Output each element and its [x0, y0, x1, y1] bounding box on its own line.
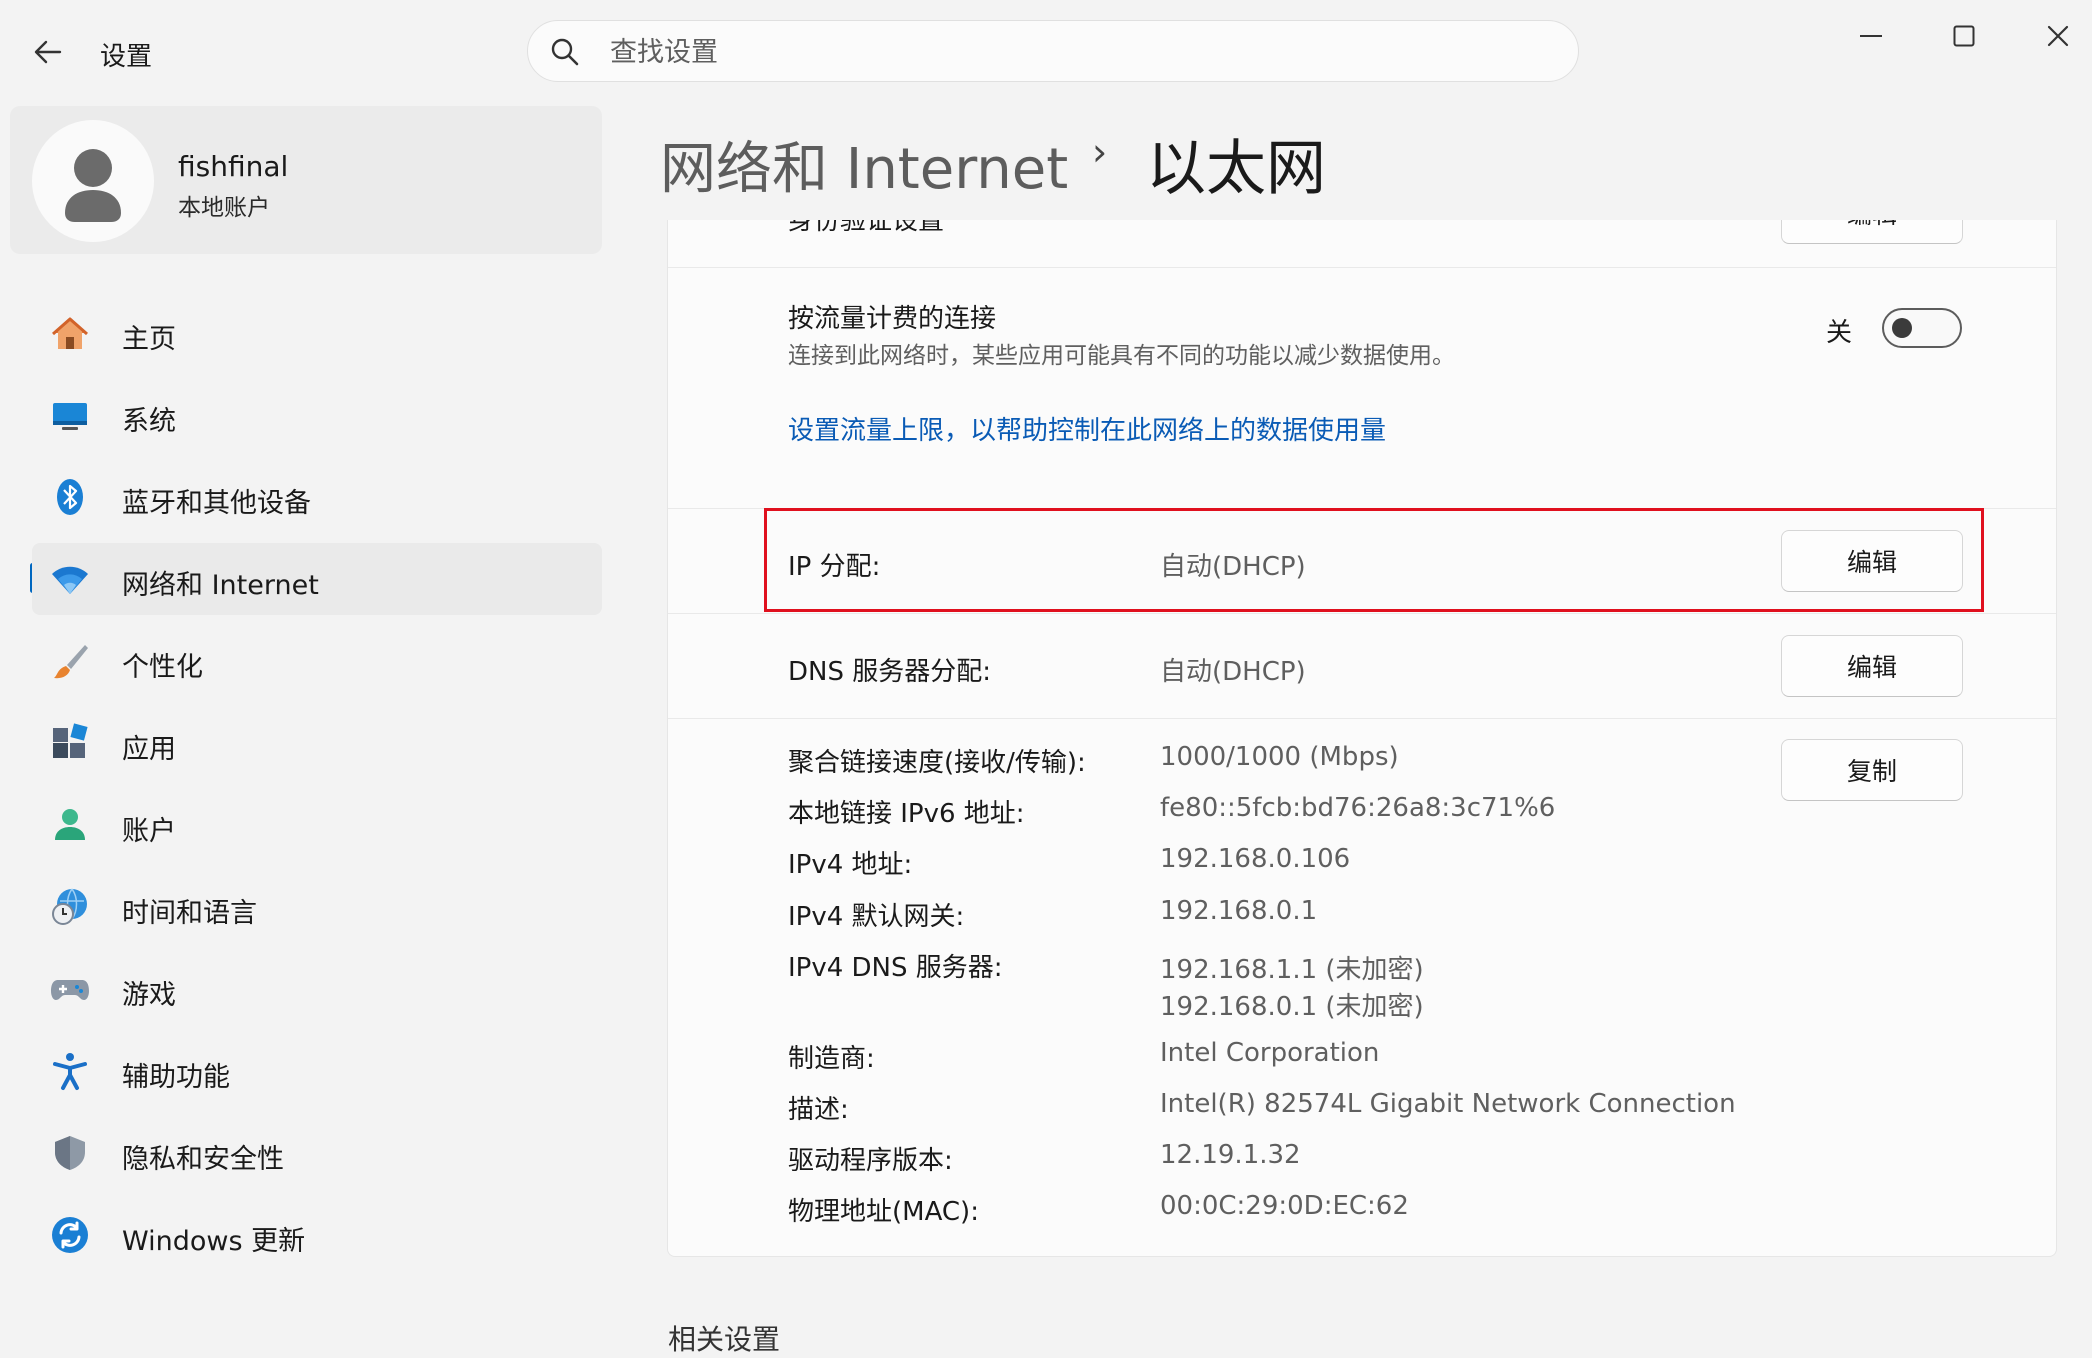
metered-toggle-state: 关 [1826, 318, 1853, 348]
related-settings-heading: 相关设置 [668, 1323, 781, 1356]
app-title: 设置 [100, 42, 153, 72]
sidebar-item-label: 辅助功能 [122, 1062, 230, 1093]
toggle-knob [1892, 318, 1912, 338]
sidebar-item-accounts[interactable]: 账户 [32, 789, 602, 861]
sidebar-item-privacy[interactable]: 隐私和安全性 [32, 1117, 602, 1189]
close-button[interactable] [2028, 14, 2088, 58]
minimize-icon [1860, 35, 1882, 37]
windows-update-icon [52, 1217, 88, 1253]
sidebar-item-accessibility[interactable]: 辅助功能 [32, 1035, 602, 1107]
sidebar-item-apps[interactable]: 应用 [32, 707, 602, 779]
sidebar-item-label: 隐私和安全性 [122, 1144, 284, 1175]
dns-assignment-value: 自动(DHCP) [1160, 657, 1306, 687]
property-label-driver-version: 驱动程序版本: [788, 1146, 953, 1176]
property-label-ipv4: IPv4 地址: [788, 850, 913, 880]
page-title: 以太网 [1146, 134, 1326, 204]
property-value-link-speed: 1000/1000 (Mbps) [1160, 742, 1399, 772]
sidebar-item-home[interactable]: 主页 [32, 297, 602, 369]
property-value-driver-version: 12.19.1.32 [1160, 1140, 1301, 1170]
property-value-description: Intel(R) 82574L Gigabit Network Connecti… [1160, 1089, 1736, 1119]
close-icon [2047, 25, 2069, 47]
property-label-gateway: IPv4 默认网关: [788, 902, 965, 932]
bluetooth-icon [57, 479, 83, 515]
search-input[interactable] [608, 31, 1512, 73]
sidebar-item-windows-update[interactable]: Windows 更新 [32, 1199, 602, 1271]
sidebar-item-label: 游戏 [122, 980, 176, 1011]
ethernet-properties-card: 身份验证设置 编辑 按流量计费的连接 连接到此网络时，某些应用可能具有不同的功能… [667, 220, 2057, 1257]
breadcrumb-separator: › [1092, 130, 1108, 174]
system-icon [53, 403, 87, 430]
sidebar-item-label: 账户 [122, 816, 176, 847]
sidebar-item-label: 个性化 [122, 652, 203, 683]
divider [668, 613, 2056, 614]
metered-connection-toggle[interactable] [1882, 308, 1962, 348]
account-icon [55, 809, 85, 840]
property-value-dns-server-2: 192.168.0.1 (未加密) [1160, 992, 1424, 1022]
search-box[interactable] [527, 20, 1579, 82]
property-label-ipv6: 本地链接 IPv6 地址: [788, 799, 1025, 829]
breadcrumb-parent[interactable]: 网络和 Internet [660, 124, 1068, 205]
sidebar-item-bluetooth[interactable]: 蓝牙和其他设备 [32, 461, 602, 533]
property-value-ipv4: 192.168.0.106 [1160, 844, 1351, 874]
property-label-dns-servers: IPv4 DNS 服务器: [788, 953, 1003, 983]
gamepad-icon [51, 980, 89, 1000]
user-name: fishfinal [178, 150, 289, 183]
sidebar-item-label: 应用 [122, 734, 176, 765]
account-type: 本地账户 [178, 195, 270, 221]
avatar [32, 120, 154, 242]
time-language-icon [52, 888, 87, 925]
sidebar-item-personalization[interactable]: 个性化 [32, 625, 602, 697]
property-value-manufacturer: Intel Corporation [1160, 1038, 1380, 1068]
home-icon [52, 317, 88, 349]
copy-button[interactable]: 复制 [1781, 739, 1963, 801]
profile-card[interactable]: fishfinal 本地账户 [10, 106, 602, 254]
metered-connection-title: 按流量计费的连接 [788, 304, 997, 334]
auth-edit-button[interactable]: 编辑 [1781, 220, 1963, 244]
property-value-gateway: 192.168.0.1 [1160, 896, 1318, 926]
property-label-link-speed: 聚合链接速度(接收/传输): [788, 748, 1086, 778]
dns-assignment-edit-button[interactable]: 编辑 [1781, 635, 1963, 697]
data-limit-link[interactable]: 设置流量上限，以帮助控制在此网络上的数据使用量 [788, 410, 1386, 447]
apps-icon [53, 723, 88, 758]
maximize-icon [1953, 25, 1975, 47]
sidebar-item-gaming[interactable]: 游戏 [32, 953, 602, 1025]
minimize-button[interactable] [1841, 14, 1901, 58]
sidebar-item-system[interactable]: 系统 [32, 379, 602, 451]
sidebar-item-time-language[interactable]: 时间和语言 [32, 871, 602, 943]
property-label-description: 描述: [788, 1095, 849, 1125]
back-arrow-icon [34, 40, 62, 64]
ip-assignment-highlight [764, 508, 1984, 612]
search-icon [551, 38, 579, 66]
brush-icon [54, 645, 88, 679]
maximize-button[interactable] [1934, 14, 1994, 58]
accessibility-icon [53, 1053, 87, 1090]
sidebar-item-label: 网络和 Internet [122, 570, 319, 601]
property-label-mac: 物理地址(MAC): [788, 1197, 979, 1227]
sidebar-item-network[interactable]: 网络和 Internet [32, 543, 602, 615]
property-label-manufacturer: 制造商: [788, 1044, 875, 1074]
wifi-icon [52, 566, 88, 594]
property-value-ipv6: fe80::5fcb:bd76:26a8:3c71%6 [1160, 793, 1556, 823]
auth-settings-label: 身份验证设置 [788, 220, 945, 236]
shield-icon [55, 1136, 85, 1170]
sidebar-item-label: 主页 [122, 324, 176, 355]
divider [668, 267, 2056, 268]
divider [668, 718, 2056, 719]
property-value-mac: 00:0C:29:0D:EC:62 [1160, 1191, 1409, 1221]
sidebar-item-label: 蓝牙和其他设备 [122, 488, 311, 519]
sidebar-item-label: Windows 更新 [122, 1226, 306, 1257]
dns-assignment-label: DNS 服务器分配: [788, 657, 991, 687]
back-button[interactable] [28, 34, 68, 70]
metered-connection-description: 连接到此网络时，某些应用可能具有不同的功能以减少数据使用。 [788, 343, 1455, 369]
sidebar-item-label: 系统 [122, 406, 176, 437]
user-avatar-icon [65, 149, 121, 222]
property-value-dns-server-1: 192.168.1.1 (未加密) [1160, 955, 1424, 985]
sidebar-item-label: 时间和语言 [122, 898, 257, 929]
